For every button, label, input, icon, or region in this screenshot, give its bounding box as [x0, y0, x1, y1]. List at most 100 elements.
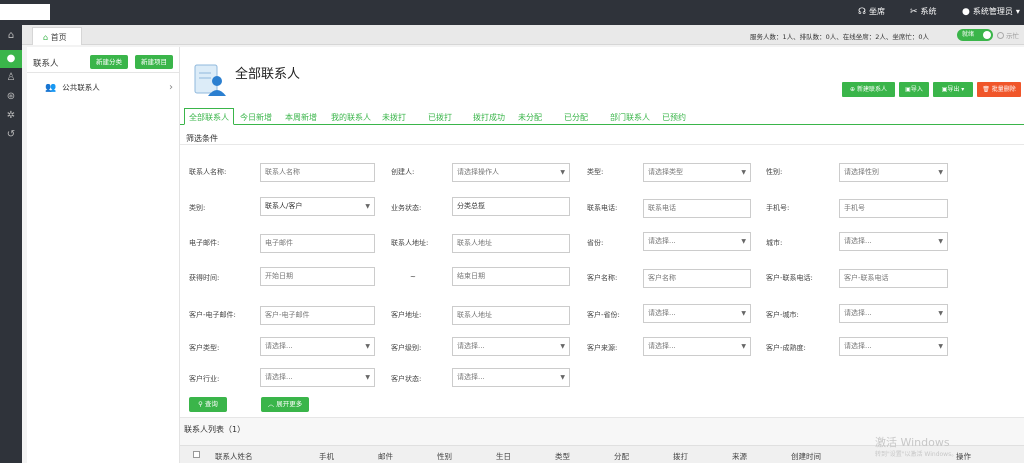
- biz-status-label: 业务状态:: [391, 204, 422, 212]
- customer-maturity-select[interactable]: 请选择... ▼: [839, 337, 948, 356]
- reports-icon[interactable]: ⊛: [0, 88, 22, 106]
- customers-icon[interactable]: ♙: [0, 69, 22, 87]
- customer-city-select[interactable]: 请选择... ▼: [839, 304, 948, 323]
- new-item-button[interactable]: 新建项目: [135, 55, 173, 69]
- caret-down-icon: ▼: [741, 343, 746, 350]
- column-header[interactable]: 来源: [732, 451, 747, 462]
- caret-down-icon: ▼: [560, 169, 565, 176]
- export-button[interactable]: ▣导出 ▾: [933, 82, 973, 97]
- customer-phone-input[interactable]: 客户-联系电话: [839, 269, 948, 288]
- expand-more-button[interactable]: ︿ 展开更多: [261, 397, 309, 412]
- settings-icon[interactable]: ✲: [0, 107, 22, 125]
- type-label: 类型:: [587, 168, 604, 176]
- select-all-checkbox[interactable]: [193, 451, 200, 458]
- gender-select[interactable]: 请选择性别 ▼: [839, 163, 948, 182]
- gender-label: 性别:: [766, 168, 783, 176]
- customer-status-placeholder: 请选择...: [457, 373, 485, 381]
- tab-home[interactable]: ⌂ 首页: [32, 27, 82, 45]
- caret-down-icon: ▼: [741, 310, 746, 317]
- column-header[interactable]: 类型: [555, 451, 570, 462]
- tab-dept-contacts[interactable]: 部门联系人: [610, 112, 650, 123]
- headset-icon: ☊: [858, 6, 866, 17]
- start-date-input[interactable]: 开始日期: [260, 267, 375, 286]
- ready-toggle-label: 就绪: [962, 31, 975, 38]
- customer-status-select[interactable]: 请选择... ▼: [452, 368, 570, 387]
- customer-email-input[interactable]: 客户-电子邮件: [260, 306, 375, 325]
- creator-placeholder: 请选择操作人: [457, 168, 499, 176]
- customer-industry-select[interactable]: 请选择... ▼: [260, 368, 375, 387]
- creator-select[interactable]: 请选择操作人 ▼: [452, 163, 570, 182]
- column-header[interactable]: 联系人姓名: [215, 451, 253, 462]
- tools-icon: ✂: [910, 6, 918, 17]
- contacts-icon[interactable]: ●: [0, 50, 22, 68]
- expand-label: 展开更多: [276, 400, 303, 408]
- user-menu[interactable]: ● 系统管理员 ▾: [962, 6, 1020, 17]
- column-header[interactable]: 手机: [319, 451, 334, 462]
- mobile-label: 手机号:: [766, 204, 790, 212]
- tab-dialed[interactable]: 已拨打: [428, 112, 452, 123]
- chevron-right-icon: ›: [169, 82, 173, 93]
- customer-level-select[interactable]: 请选择... ▼: [452, 337, 570, 356]
- busy-option[interactable]: 示忙: [997, 30, 1019, 40]
- tab-reserved[interactable]: 已预约: [662, 112, 686, 123]
- biz-status-field[interactable]: 分类总揽: [452, 197, 570, 216]
- column-header[interactable]: 操作: [956, 451, 971, 462]
- tab-bar: ⌂ 首页 服务人数：1人、排队数：0人、在线坐席：2人、坐席忙：0人 就绪 示忙: [22, 25, 1024, 45]
- column-header[interactable]: 生日: [496, 451, 511, 462]
- customer-name-input[interactable]: 客户名称: [643, 269, 751, 288]
- customer-province-select[interactable]: 请选择... ▼: [643, 304, 751, 323]
- history-icon[interactable]: ↺: [0, 126, 22, 144]
- system-label: 系统: [920, 7, 937, 16]
- home-icon[interactable]: ⌂: [0, 27, 22, 45]
- chevron-up-icon: ︿: [267, 400, 275, 408]
- tab-week-new[interactable]: 本周新增: [285, 112, 317, 123]
- city-select[interactable]: 请选择... ▼: [839, 232, 948, 251]
- tab-not-dialed[interactable]: 未拨打: [382, 112, 406, 123]
- new-category-button[interactable]: 新建分类: [90, 55, 128, 69]
- customer-source-select[interactable]: 请选择... ▼: [643, 337, 751, 356]
- customer-maturity-placeholder: 请选择...: [844, 342, 872, 350]
- top-bar: ☊ 坐席 ✂ 系统 ● 系统管理员 ▾: [0, 0, 1024, 25]
- tab-dial-success[interactable]: 拨打成功: [473, 112, 505, 123]
- customer-source-placeholder: 请选择...: [648, 342, 676, 350]
- column-header[interactable]: 分配: [614, 451, 629, 462]
- contact-tabs: 全部联系人 今日新增 本周新增 我的联系人 未拨打 已拨打 拨打成功 未分配 已…: [180, 108, 1024, 125]
- tab-my-contacts[interactable]: 我的联系人: [331, 112, 371, 123]
- batch-delete-button[interactable]: 🗑 批量删除: [977, 82, 1021, 97]
- type-select[interactable]: 请选择类型 ▼: [643, 163, 751, 182]
- import-button[interactable]: ▣导入: [899, 82, 929, 97]
- province-label: 省份:: [587, 239, 604, 247]
- column-header[interactable]: 拨打: [673, 451, 688, 462]
- main-content: 全部联系人 ⊕ 新建联系人 ▣导入 ▣导出 ▾ 🗑 批量删除 全部联系人 今日新…: [180, 47, 1024, 463]
- category-select[interactable]: 联系人/客户 ▼: [260, 197, 375, 216]
- ready-toggle[interactable]: 就绪: [957, 29, 993, 41]
- tab-assigned[interactable]: 已分配: [564, 112, 588, 123]
- query-button[interactable]: ⚲ 查询: [189, 397, 227, 412]
- customer-type-select[interactable]: 请选择... ▼: [260, 337, 375, 356]
- customer-province-placeholder: 请选择...: [648, 309, 676, 317]
- filter-title: 筛选条件: [186, 134, 218, 143]
- left-rail: ⌂ ● ♙ ⊛ ✲ ↺: [0, 25, 22, 463]
- seat-menu[interactable]: ☊ 坐席: [858, 6, 885, 17]
- column-header[interactable]: 创建时间: [791, 451, 821, 462]
- list-item-label: 公共联系人: [62, 83, 100, 92]
- column-header[interactable]: 邮件: [378, 451, 393, 462]
- category-label: 类别:: [189, 204, 206, 212]
- province-select[interactable]: 请选择... ▼: [643, 232, 751, 251]
- tab-unassigned[interactable]: 未分配: [518, 112, 542, 123]
- address-input[interactable]: 联系人地址: [452, 234, 570, 253]
- email-input[interactable]: 电子邮件: [260, 234, 375, 253]
- phone-input[interactable]: 联系电话: [643, 199, 751, 218]
- list-item-public-contacts[interactable]: 👥 公共联系人 ›: [45, 82, 173, 93]
- column-header[interactable]: 性别: [437, 451, 452, 462]
- batch-delete-label: 批量删除: [991, 86, 1016, 93]
- import-label: 导入: [910, 86, 923, 93]
- tab-all-contacts[interactable]: 全部联系人: [184, 108, 234, 125]
- tab-today-new[interactable]: 今日新增: [240, 112, 272, 123]
- contact-name-input[interactable]: 联系人名称: [260, 163, 375, 182]
- system-menu[interactable]: ✂ 系统: [910, 6, 937, 17]
- customer-address-input[interactable]: 联系人地址: [452, 306, 570, 325]
- mobile-input[interactable]: 手机号: [839, 199, 948, 218]
- end-date-input[interactable]: 结束日期: [452, 267, 570, 286]
- new-contact-button[interactable]: ⊕ 新建联系人: [842, 82, 895, 97]
